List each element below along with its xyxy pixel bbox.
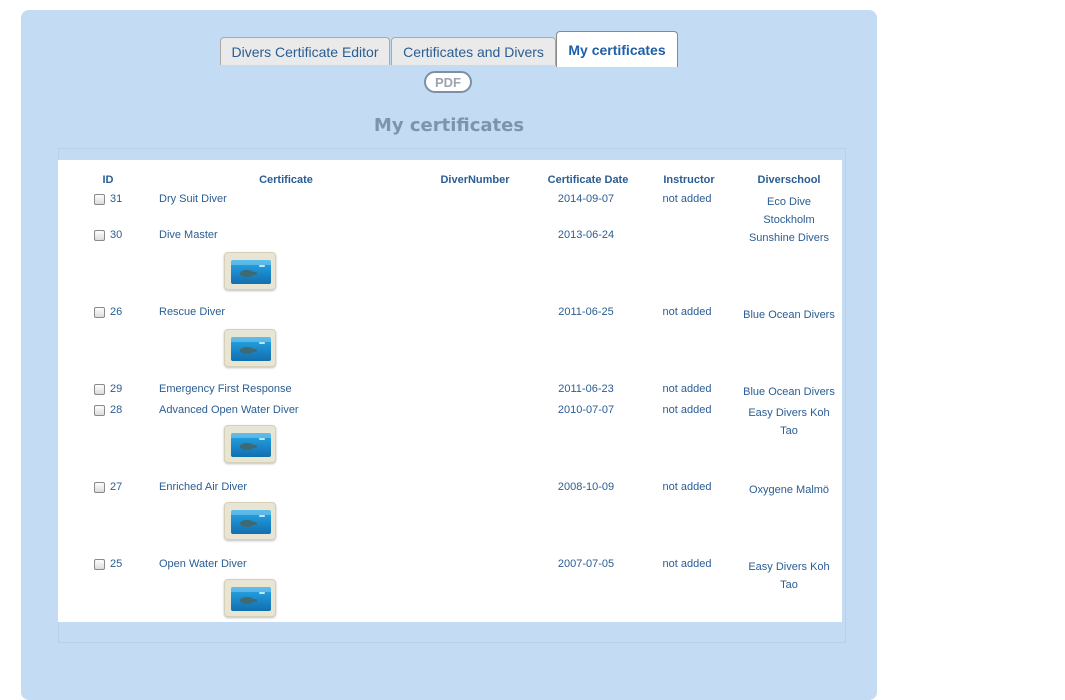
row-checkbox[interactable] [94, 405, 105, 416]
certificate-card-icon[interactable] [224, 425, 276, 463]
row-checkbox[interactable] [94, 307, 105, 318]
row-certificate[interactable]: Rescue Diver [159, 306, 225, 318]
row-checkbox[interactable] [94, 194, 105, 205]
row-diverschool: Eco Dive Stockholm [740, 193, 838, 229]
row-certificate[interactable]: Advanced Open Water Diver [159, 404, 299, 416]
school-line-2: Stockholm [763, 214, 815, 226]
row-instructor: not added [662, 383, 712, 395]
row-instructor: not added [662, 193, 712, 205]
row-diverschool: Sunshine Divers [748, 232, 830, 244]
certificate-card-icon[interactable] [224, 579, 276, 617]
row-date: 2010-07-07 [557, 404, 615, 416]
certificates-table: ID Certificate DiverNumber Certificate D… [58, 160, 842, 622]
row-certificate[interactable]: Dive Master [159, 229, 218, 241]
row-date: 2011-06-23 [558, 383, 614, 395]
certificate-card-icon[interactable] [224, 329, 276, 367]
tab-certificates-and-divers[interactable]: Certificates and Divers [391, 37, 556, 65]
row-certificate[interactable]: Open Water Diver [159, 558, 247, 570]
row-instructor: not added [662, 481, 712, 493]
row-certificate[interactable]: Dry Suit Diver [159, 193, 227, 205]
school-line-1: Eco Dive [766, 196, 812, 208]
school-line-1: Easy Divers Koh [748, 407, 830, 419]
row-date: 2007-07-05 [557, 558, 615, 570]
school-line-2: Tao [780, 425, 798, 437]
row-id: 26 [110, 306, 123, 318]
row-date: 2008-10-09 [557, 481, 615, 493]
row-id: 30 [110, 229, 123, 241]
row-id: 28 [110, 404, 123, 416]
certificate-card-icon[interactable] [224, 502, 276, 540]
row-id: 31 [110, 193, 123, 205]
main-panel: Divers Certificate Editor Certificates a… [21, 10, 877, 700]
row-date: 2014-09-07 [557, 193, 615, 205]
row-instructor: not added [662, 404, 712, 416]
header-certificate: Certificate [259, 174, 313, 186]
row-checkbox[interactable] [94, 482, 105, 493]
row-diverschool: Blue Ocean Divers [743, 386, 835, 398]
row-date: 2011-06-25 [558, 306, 614, 318]
school-line-1: Easy Divers Koh [748, 561, 830, 573]
row-instructor: not added [662, 306, 712, 318]
row-instructor: not added [662, 558, 712, 570]
page-title: My certificates [373, 115, 525, 136]
row-checkbox[interactable] [94, 230, 105, 241]
header-diverschool: Diverschool [757, 174, 821, 186]
tab-my-certificates[interactable]: My certificates [556, 31, 678, 67]
pdf-button[interactable]: PDF [424, 71, 472, 93]
header-instructor: Instructor [663, 174, 715, 186]
row-certificate[interactable]: Enriched Air Diver [159, 481, 247, 493]
header-certificate-date: Certificate Date [547, 174, 629, 186]
row-id: 25 [110, 558, 123, 570]
row-certificate[interactable]: Emergency First Response [159, 383, 292, 395]
row-diverschool: Oxygene Malmö [748, 484, 830, 496]
certificate-card-icon[interactable] [224, 252, 276, 290]
row-checkbox[interactable] [94, 384, 105, 395]
header-id: ID [102, 174, 114, 186]
row-id: 29 [110, 383, 123, 395]
row-diverschool: Blue Ocean Divers [743, 309, 835, 321]
row-diverschool: Easy Divers Koh Tao [740, 558, 838, 594]
row-diverschool: Easy Divers Koh Tao [740, 404, 838, 440]
row-date: 2013-06-24 [557, 229, 615, 241]
school-line-2: Tao [780, 579, 798, 591]
row-id: 27 [110, 481, 123, 493]
header-diver-number: DiverNumber [440, 174, 510, 186]
tab-divers-certificate-editor[interactable]: Divers Certificate Editor [220, 37, 390, 65]
row-checkbox[interactable] [94, 559, 105, 570]
